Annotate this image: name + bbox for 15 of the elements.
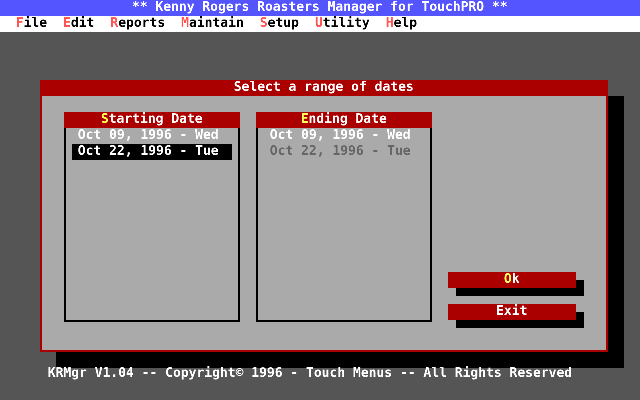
list-header: Ending Date: [256, 112, 432, 128]
menu-item[interactable]: Help: [386, 16, 418, 32]
list-header: Starting Date: [64, 112, 240, 128]
menu-item[interactable]: Edit: [63, 16, 95, 32]
dialog-button[interactable]: Exit: [448, 304, 576, 320]
menu-item[interactable]: Maintain: [181, 16, 244, 32]
menu-item[interactable]: Utility: [315, 16, 370, 32]
menu-item[interactable]: Setup: [260, 16, 300, 32]
menu-item[interactable]: File: [16, 16, 48, 32]
window-title: ** Kenny Rogers Roasters Manager for TouchPRO **: [0, 0, 640, 16]
dialog-button[interactable]: Ok: [448, 272, 576, 288]
dialog-title: Select a range of dates: [42, 80, 606, 96]
status-text: KRMgr V1.04 -- Copyright© 1996 - Touch Menus -- All Rights Reserved: [47, 366, 574, 382]
menu-item[interactable]: Reports: [110, 16, 166, 32]
list-item[interactable]: Oct 22, 1996 - Tue: [72, 144, 232, 160]
